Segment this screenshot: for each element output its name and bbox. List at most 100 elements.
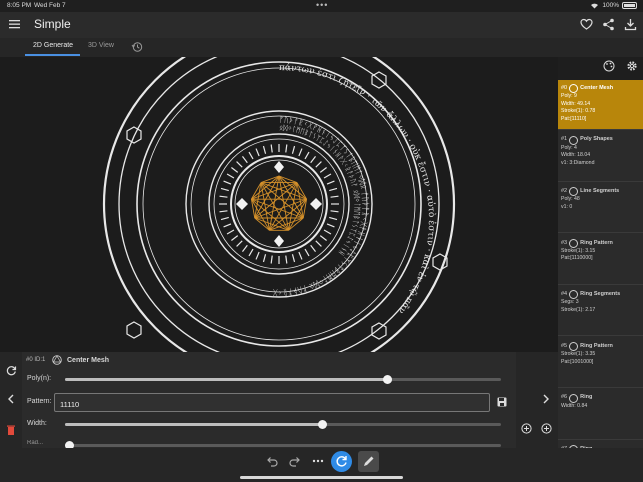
layer-name: Poly Shapes — [580, 136, 613, 143]
layer-item[interactable]: #5 Ring Pattern Stroke(1): 3.35 Pat:[100100… — [558, 338, 643, 388]
layer-name: Line Segments — [580, 187, 620, 194]
width-slider-thumb[interactable] — [317, 420, 327, 429]
pattern-input[interactable] — [55, 396, 489, 413]
layer-param: Stroke(1): 2.17 — [561, 306, 596, 313]
history-icon[interactable] — [131, 41, 143, 53]
segments-icon — [569, 187, 579, 197]
layer-param: Stroke(1): 3.35 — [561, 351, 596, 357]
add-layer-before-icon[interactable] — [521, 423, 532, 434]
layer-item[interactable]: #6 Ring Width: 0.84 — [558, 390, 643, 440]
layer-item[interactable]: #4 Ring Segments Segs: 3 Stroke(1): 2.17 — [558, 286, 643, 337]
layer-item[interactable]: #3 Ring Pattern Stroke(1): 3.15 Pat:[111000… — [558, 235, 643, 285]
width-slider[interactable] — [65, 420, 501, 429]
magic-circle-drawing: πάντων ἐστι ζητεῖν · τῶν ἄλλων · οὐκ ἔστ… — [102, 57, 456, 352]
editor-layer-name: Center Mesh — [67, 357, 110, 364]
layer-id: #5 — [561, 342, 568, 349]
share-icon[interactable] — [602, 18, 615, 31]
layer-id: #3 — [561, 239, 568, 246]
regenerate-button[interactable] — [331, 451, 352, 472]
layer-param: Poly: 48 — [561, 196, 580, 203]
layer-item[interactable]: #7Ring — [558, 441, 643, 448]
ring-icon — [569, 393, 579, 403]
rune-ring-inner: ᛟᛞᛜᛚᛗᛖᛒᛏᛊᛉᛈᛇᛃᛁᚾᚺᚹᚷᚲᚱᚨᚦᚢᚠ ᛟᛞᛜᛚᛗᛖᛒᛏᛊᛉᛈᛇᛃᛁᚾ… — [279, 124, 361, 257]
layer-id: #0 — [561, 84, 568, 91]
settings-gear-icon[interactable] — [626, 60, 638, 72]
battery-icon — [622, 2, 637, 9]
status-right: 100% — [590, 2, 637, 9]
svg-text:ᛟᛞᛜᛚᛗᛖᛒᛏᛊᛉᛈᛇᛃᛁᚾᚺᚹᚷᚲᚱᚨᚦᚢᚠ ᛟᛞᛜᛚᛗ: ᛟᛞᛜᛚᛗᛖᛒᛏᛊᛉᛈᛇᛃᛁᚾᚺᚹᚷᚲᚱᚨᚦᚢᚠ ᛟᛞᛜᛚᛗᛖᛒᛏᛊᛉᛈᛇᛃᛁᚾ… — [279, 124, 361, 257]
layer-param: Pat:[1110000] — [561, 255, 593, 262]
home-indicator — [240, 476, 403, 479]
layer-editor: #0 ID:1 Center Mesh Poly(n): Pattern: Wi… — [0, 352, 558, 450]
layer-param: Stroke(1): 3.15 — [561, 247, 596, 254]
layer-item[interactable]: #1 Poly Shapes Poly: 4 Width: 18.04 v1: 3:Di… — [558, 132, 643, 182]
redo-icon[interactable] — [288, 454, 302, 468]
layer-name: Ring Segments — [580, 291, 621, 298]
add-layer-after-icon[interactable] — [541, 423, 552, 434]
layer-id: #4 — [561, 291, 568, 298]
layer-id: #1 — [561, 136, 568, 143]
status-bar: 8:05 PM Wed Feb 7 ••• 100% — [0, 0, 643, 12]
layer-param: Width: 49.14 — [561, 100, 591, 107]
active-tab-indicator — [25, 54, 80, 56]
delete-icon[interactable] — [7, 425, 15, 435]
layer-param: Width: 0.84 — [561, 402, 588, 409]
status-date: Wed Feb 7 — [34, 2, 66, 9]
save-icon[interactable] — [497, 397, 507, 407]
undo-icon[interactable] — [265, 454, 279, 468]
diamond-markers — [236, 161, 322, 247]
layer-item-header: #5 Ring Pattern — [561, 342, 643, 351]
layer-name: Ring Pattern — [580, 342, 613, 349]
layer-item[interactable]: #2 Line Segments Poly: 48 v1: 0 — [558, 183, 643, 234]
ring-segments-icon — [569, 290, 579, 300]
pattern-field[interactable] — [54, 393, 490, 413]
layers-panel: #0 Center Mesh Poly: 9 Width: 49.14 Stroke(1… — [558, 80, 643, 448]
layer-param: Poly: 4 — [561, 144, 577, 151]
layer-param: Pat:[1001000] — [561, 358, 594, 365]
layer-param: v1: 0 — [561, 203, 573, 210]
status-time: 8:05 PM — [7, 2, 32, 9]
menu-icon[interactable] — [9, 19, 20, 29]
layer-id: #2 — [561, 187, 568, 194]
poly-slider[interactable] — [65, 375, 501, 384]
layer-param: v1: 3:Diamond — [561, 159, 595, 166]
layer-item[interactable]: #0 Center Mesh Poly: 9 Width: 49.14 Stroke(1… — [558, 80, 643, 130]
download-icon[interactable] — [624, 18, 637, 31]
edit-pencil-button[interactable] — [358, 451, 379, 472]
layer-item-header: #3 Ring Pattern — [561, 238, 643, 248]
palette-icon[interactable] — [603, 60, 615, 72]
design-canvas[interactable]: πάντων ἐστι ζητεῖν · τῶν ἄλλων · οὐκ ἔστ… — [0, 57, 558, 352]
layer-item-header: #2 Line Segments — [561, 187, 643, 197]
center-mesh — [250, 175, 308, 231]
app-title: Simple — [34, 17, 71, 31]
layer-item-header: #0 Center Mesh — [561, 84, 643, 93]
prev-layer-icon[interactable] — [7, 394, 15, 404]
battery-percent: 100% — [602, 2, 619, 9]
app-bar: Simple — [0, 12, 643, 38]
mesh-icon — [569, 84, 579, 93]
hexagon-markers — [126, 71, 448, 340]
layer-param: Pat:[11110] — [561, 115, 587, 122]
favorite-heart-icon[interactable] — [580, 18, 593, 31]
next-layer-icon[interactable] — [542, 394, 550, 404]
poly-slider-fill — [65, 378, 388, 381]
layer-param: Stroke(1): 0.78 — [561, 108, 596, 114]
layer-item-header: #4 Ring Segments — [561, 290, 643, 300]
ring-pattern-icon — [569, 238, 579, 248]
next-param-label: Rad... — [27, 440, 44, 446]
width-slider-fill — [65, 423, 323, 426]
refresh-icon[interactable] — [6, 365, 17, 376]
layer-item-header: #6 Ring — [561, 393, 643, 403]
more-icon[interactable] — [311, 454, 325, 468]
tab-3d-view[interactable]: 3D View — [88, 42, 114, 49]
poly-label: Poly(n): — [27, 375, 52, 382]
wifi-icon — [591, 3, 599, 9]
next-param-slider[interactable] — [65, 441, 501, 450]
poly-slider-thumb[interactable] — [383, 375, 393, 384]
ring-pattern-icon — [569, 342, 579, 351]
layer-name: Ring Pattern — [580, 239, 613, 246]
layer-item-header: #1 Poly Shapes — [561, 135, 643, 145]
tab-2d-generate[interactable]: 2D Generate — [33, 42, 73, 49]
pattern-label: Pattern: — [27, 398, 52, 405]
multitask-dots-icon[interactable]: ••• — [316, 0, 328, 10]
